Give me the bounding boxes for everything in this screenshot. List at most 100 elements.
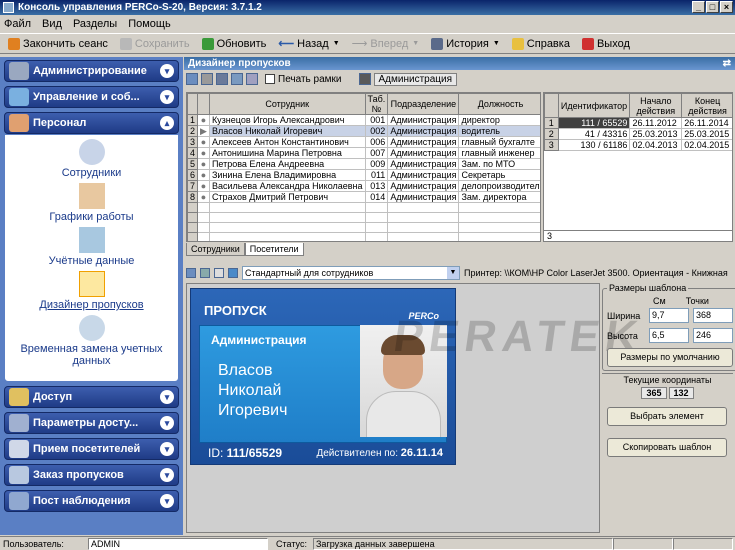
preview-toolbar: Стандартный для сотрудников ▼ Принтер: \\… xyxy=(186,264,735,282)
grid-icon[interactable] xyxy=(186,73,198,85)
save-button[interactable]: Сохранить xyxy=(114,34,196,53)
sidebar-group-administration[interactable]: Администрирование ▾ xyxy=(4,60,179,82)
width-cm-field[interactable]: 9,7 xyxy=(649,308,689,323)
person-icon: ● xyxy=(197,114,210,126)
table-row[interactable]: 3 ● Алексеев Антон Константинович 006 Админи… xyxy=(187,136,540,148)
table-cell: 02.04.2013 xyxy=(629,139,683,151)
table-cell: 002 xyxy=(364,125,389,137)
column-header[interactable]: Должность xyxy=(458,93,540,115)
chevron-down-icon: ▼ xyxy=(447,267,459,279)
back-arrow-icon: ⟵ xyxy=(278,38,295,50)
toolbar: Закончить сеанс Сохранить Обновить ⟵ Наза… xyxy=(0,33,735,54)
end-session-button[interactable]: Закончить сеанс xyxy=(2,34,114,53)
dept-filter-button[interactable]: Администрация xyxy=(373,72,458,86)
column-header[interactable]: Подразделение xyxy=(387,93,460,115)
refresh-icon xyxy=(201,37,214,50)
template-select[interactable]: Стандартный для сотрудников ▼ xyxy=(242,266,460,280)
table-cell: 02.04.2015 xyxy=(681,139,732,151)
table-cell: 014 xyxy=(364,191,389,203)
table-row[interactable]: 4 ● Антонишина Марина Петровна 007 Администр… xyxy=(187,147,540,159)
history-button[interactable]: История ▼ xyxy=(425,34,506,53)
table-cell: 25.03.2013 xyxy=(629,128,683,140)
new-icon[interactable] xyxy=(186,268,196,278)
exit-button[interactable]: Выход xyxy=(576,34,636,53)
width-points-field[interactable]: 368 xyxy=(693,308,733,323)
table-cell: Антонишина Марина Петровна xyxy=(208,147,366,159)
height-cm-field[interactable]: 6,5 xyxy=(649,328,689,343)
app-icon xyxy=(3,2,14,13)
identifiers-table: Идентификатор Начало действия Конец дейс… xyxy=(543,92,733,242)
table-row[interactable]: 8 ● Страхов Дмитрий Петрович 014 Администрац… xyxy=(187,191,540,203)
table-row[interactable]: 6 ● Зинина Елена Владимировна 011 Администра… xyxy=(187,169,540,181)
coords-label: Текущие координаты xyxy=(602,373,733,385)
sidebar-group-control[interactable]: Управление и соб... ▾ xyxy=(4,86,179,108)
table-cell: директор xyxy=(458,114,540,126)
forward-button[interactable]: ⟶ Вперед ▼ xyxy=(346,34,426,53)
print-icon[interactable] xyxy=(201,73,213,85)
back-button[interactable]: ⟵ Назад ▼ xyxy=(272,34,345,53)
tab-visitors[interactable]: Посетители xyxy=(244,243,304,256)
table-cell: Алексеев Антон Константинович xyxy=(208,136,366,148)
height-points-field[interactable]: 246 xyxy=(693,328,733,343)
sidebar-item-pass-designer[interactable]: Дизайнер пропусков xyxy=(5,271,178,311)
print-frames-checkbox[interactable] xyxy=(265,74,275,84)
sidebar-group-watch-post[interactable]: Пост наблюдения ▾ xyxy=(4,490,179,512)
image-icon[interactable] xyxy=(228,268,238,278)
open-icon[interactable] xyxy=(200,268,210,278)
sidebar-item-credentials[interactable]: Учётные данные xyxy=(5,227,178,267)
menu-help[interactable]: Помощь xyxy=(128,18,171,30)
people-swap-icon[interactable]: ⇄ xyxy=(723,57,731,70)
table-row[interactable]: 7 ● Васильева Александра Николаевна 013 Адми… xyxy=(187,180,540,192)
menu-sections[interactable]: Разделы xyxy=(73,18,117,30)
table-row[interactable]: 3 130 / 61186 02.04.2013 02.04.2015 xyxy=(544,139,732,151)
default-size-button[interactable]: Размеры по умолчанию xyxy=(607,348,733,367)
people-icon xyxy=(9,114,29,132)
copy-template-button[interactable]: Скопировать шаблон xyxy=(607,438,727,457)
sidebar-group-personnel[interactable]: Персонал ▴ xyxy=(4,112,179,134)
print-preview-icon[interactable] xyxy=(231,73,243,85)
exit-icon xyxy=(581,37,594,50)
table-row[interactable]: 1 111 / 65529 26.11.2012 26.11.2014 xyxy=(544,117,732,129)
table-row[interactable]: 2 ▶ Власов Николай Игоревич 002 Администраци… xyxy=(187,125,540,137)
table-cell: Администрация xyxy=(387,136,460,148)
camera-icon xyxy=(9,492,29,510)
column-header[interactable]: Сотрудник xyxy=(208,93,366,115)
table-cell: Администрация xyxy=(387,169,460,181)
binoculars-icon[interactable] xyxy=(216,73,228,85)
refresh-button[interactable]: Обновить xyxy=(196,34,273,53)
sidebar-group-visitors[interactable]: Прием посетителей ▾ xyxy=(4,438,179,460)
dropdown-icon: ▼ xyxy=(412,40,420,47)
table-cell: Секретарь xyxy=(458,169,540,181)
menu-file[interactable]: Файл xyxy=(4,18,31,30)
table-row[interactable]: 1 ● Кузнецов Игорь Александрович 001 Админис… xyxy=(187,114,540,126)
table-cell: 25.03.2015 xyxy=(681,128,732,140)
table-row[interactable]: 2 41 / 43316 25.03.2013 25.03.2015 xyxy=(544,128,732,140)
order-icon xyxy=(9,466,29,484)
sidebar-group-pass-orders[interactable]: Заказ пропусков ▾ xyxy=(4,464,179,486)
column-header[interactable]: Конец действия xyxy=(681,93,732,118)
sidebar-item-schedules[interactable]: Графики работы xyxy=(5,183,178,223)
sidebar: Администрирование ▾ Управление и соб... ▾ … xyxy=(0,57,183,535)
column-header[interactable]: Таб. № xyxy=(364,93,389,115)
sidebar-group-access-params[interactable]: Параметры досту... ▾ xyxy=(4,412,179,434)
table-row[interactable]: 5 ● Петрова Елена Андреевна 009 Администраци… xyxy=(187,158,540,170)
card-validity: Действителен по: 26.11.14 xyxy=(316,447,443,459)
sidebar-item-temp-replacement[interactable]: Временная замена учетных данных xyxy=(5,315,178,367)
chevron-down-icon: ▾ xyxy=(160,442,174,456)
sidebar-item-employees[interactable]: Сотрудники xyxy=(5,139,178,179)
table-cell: делопроизводител xyxy=(458,180,540,192)
table-cell: 130 / 61186 xyxy=(557,139,631,151)
minimize-button[interactable]: _ xyxy=(692,1,705,13)
tab-employees[interactable]: Сотрудники xyxy=(186,243,245,256)
pass-designer-icon xyxy=(78,271,105,297)
close-button[interactable]: × xyxy=(720,1,733,13)
page-icon[interactable] xyxy=(214,268,224,278)
menu-view[interactable]: Вид xyxy=(42,18,62,30)
column-header[interactable]: Начало действия xyxy=(629,93,683,118)
help-button[interactable]: Справка xyxy=(506,34,576,53)
sidebar-group-access[interactable]: Доступ ▾ xyxy=(4,386,179,408)
edit-icon[interactable] xyxy=(246,73,258,85)
column-header[interactable]: Идентификатор xyxy=(557,93,631,118)
select-element-button[interactable]: Выбрать элемент xyxy=(607,407,727,426)
maximize-button[interactable]: □ xyxy=(706,1,719,13)
